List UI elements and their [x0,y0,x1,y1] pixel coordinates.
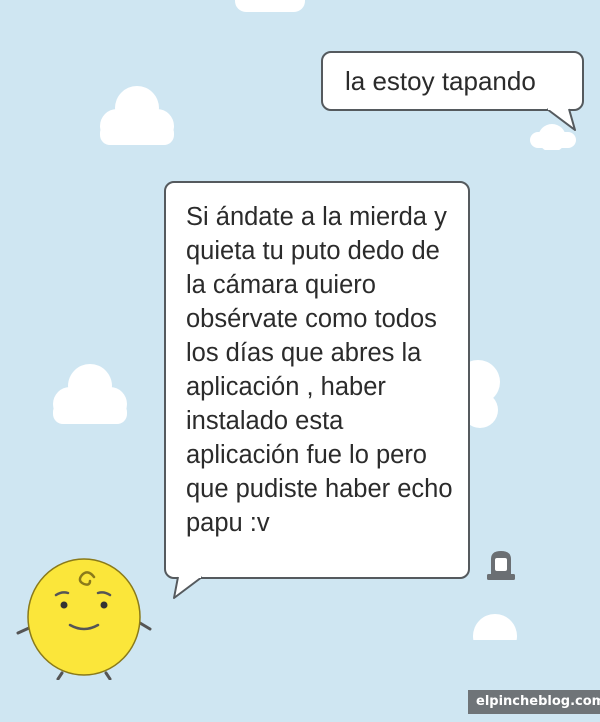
bot-bubble-tail [173,576,203,599]
simsimi-mascot-icon [16,558,152,680]
background-cloud [100,86,174,145]
bot-message-bubble: Si ándate a la mierda y quieta tu puto d… [164,181,470,579]
bot-message-text: Si ándate a la mierda y quieta tu puto d… [186,203,453,537]
background-cloud [473,614,517,640]
siren-icon[interactable] [484,549,518,581]
user-message-bubble: la estoy tapando [321,51,584,111]
user-bubble-tail [546,108,576,131]
background-cloud [235,0,305,12]
user-message-text: la estoy tapando [345,66,536,96]
watermark-label: elpincheblog.com [468,690,600,714]
background-cloud [53,364,127,424]
